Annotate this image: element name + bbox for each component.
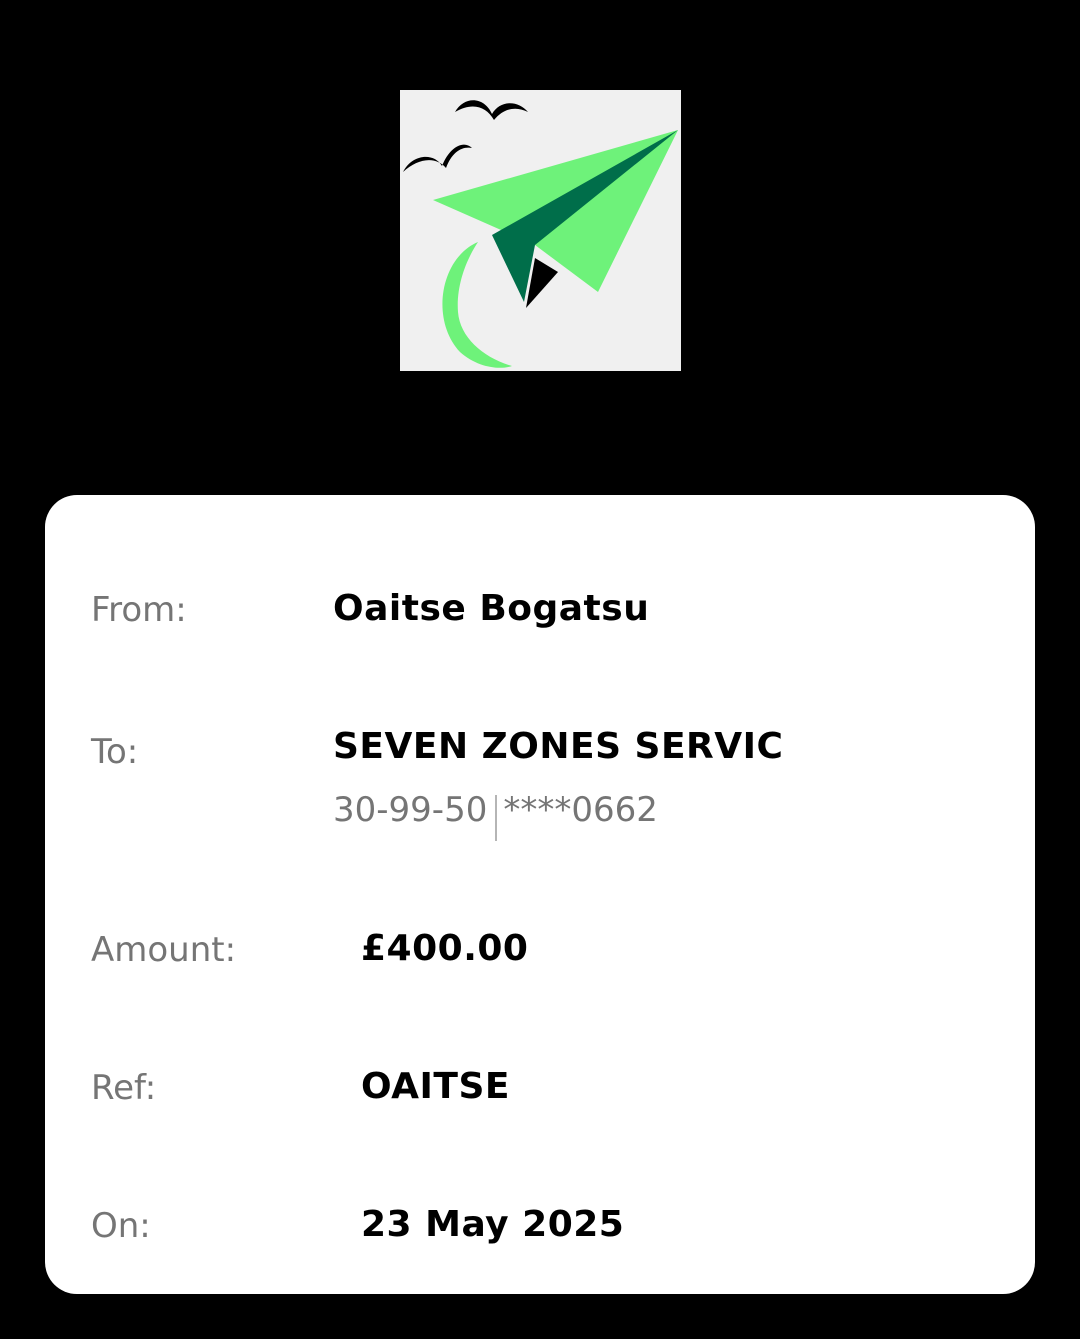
sort-code: 30-99-50: [333, 790, 488, 830]
on-label: On:: [91, 1206, 151, 1246]
from-value: Oaitse Bogatsu: [333, 588, 650, 629]
transfer-details-card: From: Oaitse Bogatsu To: SEVEN ZONES SER…: [45, 495, 1035, 1294]
ref-label: Ref:: [91, 1068, 157, 1108]
account-details: 30-99-50 ****0662: [333, 787, 658, 841]
paper-plane-icon: [403, 100, 678, 368]
paper-plane-logo: [400, 90, 681, 371]
ref-value: OAITSE: [361, 1066, 510, 1107]
date-value: 23 May 2025: [361, 1204, 625, 1245]
to-label: To:: [91, 732, 139, 772]
from-label: From:: [91, 590, 187, 630]
amount-value: £400.00: [361, 928, 529, 969]
amount-label: Amount:: [91, 930, 237, 970]
trail-swoosh: [442, 242, 512, 368]
bird-icon: [455, 100, 528, 120]
bird-icon: [403, 144, 472, 172]
to-value: SEVEN ZONES SERVIC: [333, 726, 784, 767]
account-divider: [495, 795, 498, 841]
account-number: ****0662: [503, 790, 658, 830]
payment-confirmation-screen: From: Oaitse Bogatsu To: SEVEN ZONES SER…: [0, 0, 1080, 1339]
